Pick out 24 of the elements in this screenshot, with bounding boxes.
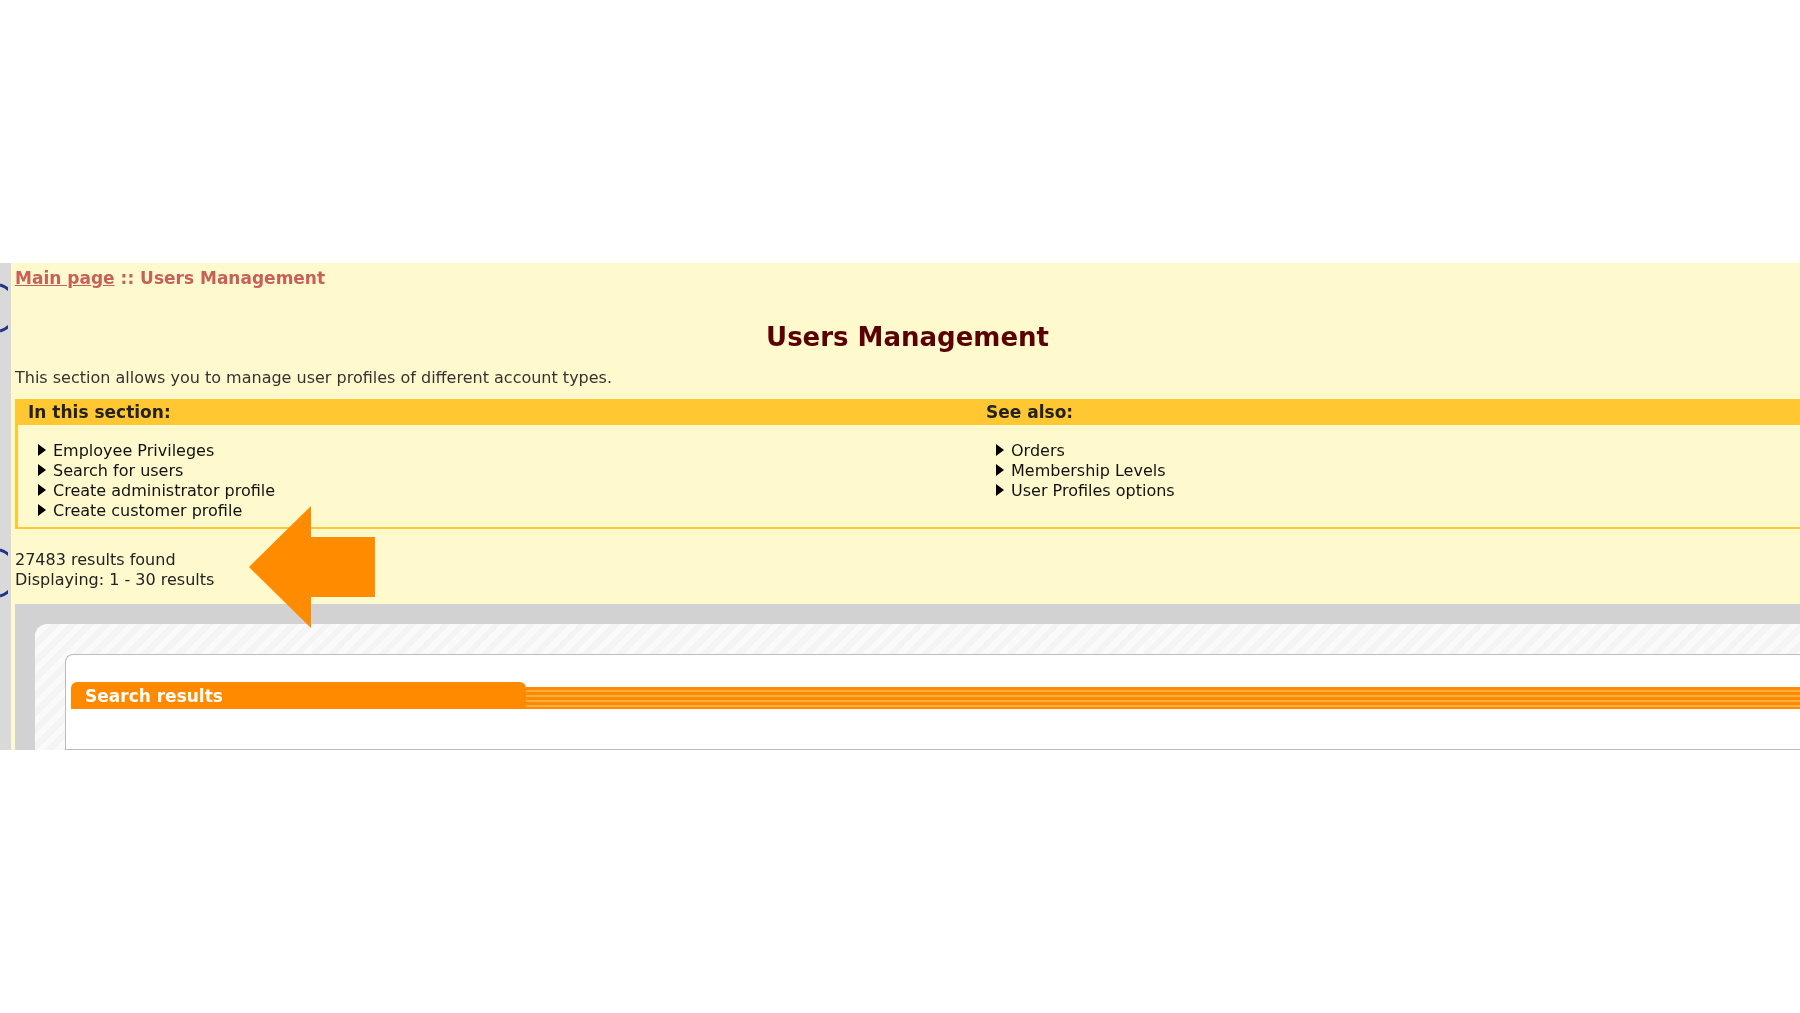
breadcrumb-link[interactable]: Main page — [15, 268, 115, 288]
section-link[interactable]: Orders — [996, 441, 1065, 459]
circle-edge-icon — [0, 283, 8, 333]
page-title: Users Management — [765, 322, 1050, 352]
section-link[interactable]: Membership Levels — [996, 461, 1166, 479]
section-link[interactable]: User Profiles options — [996, 481, 1175, 499]
section-link[interactable]: Search for users — [38, 461, 184, 479]
triangle-icon — [996, 484, 1004, 496]
triangle-icon — [38, 464, 46, 476]
section-heading: See also: — [976, 399, 1800, 425]
triangle-icon — [38, 444, 46, 456]
triangle-icon — [996, 464, 1004, 476]
triangle-icon — [996, 444, 1004, 456]
triangle-icon — [38, 484, 46, 496]
section-link[interactable]: Create customer profile — [38, 501, 243, 519]
section-link[interactable]: Employee Privileges — [38, 441, 215, 459]
triangle-icon — [38, 504, 46, 516]
section-link[interactable]: Create administrator profile — [38, 481, 276, 499]
section-description: This section allows you to manage user profiles of different account types. — [15, 368, 614, 387]
results-range: Displaying: 1 - 30 results — [15, 570, 215, 590]
section-heading: In this section: — [18, 399, 976, 425]
circle-edge-icon — [0, 548, 8, 598]
breadcrumb-current: :: Users Management — [120, 268, 326, 288]
results-count: 27483 results found — [15, 550, 177, 570]
